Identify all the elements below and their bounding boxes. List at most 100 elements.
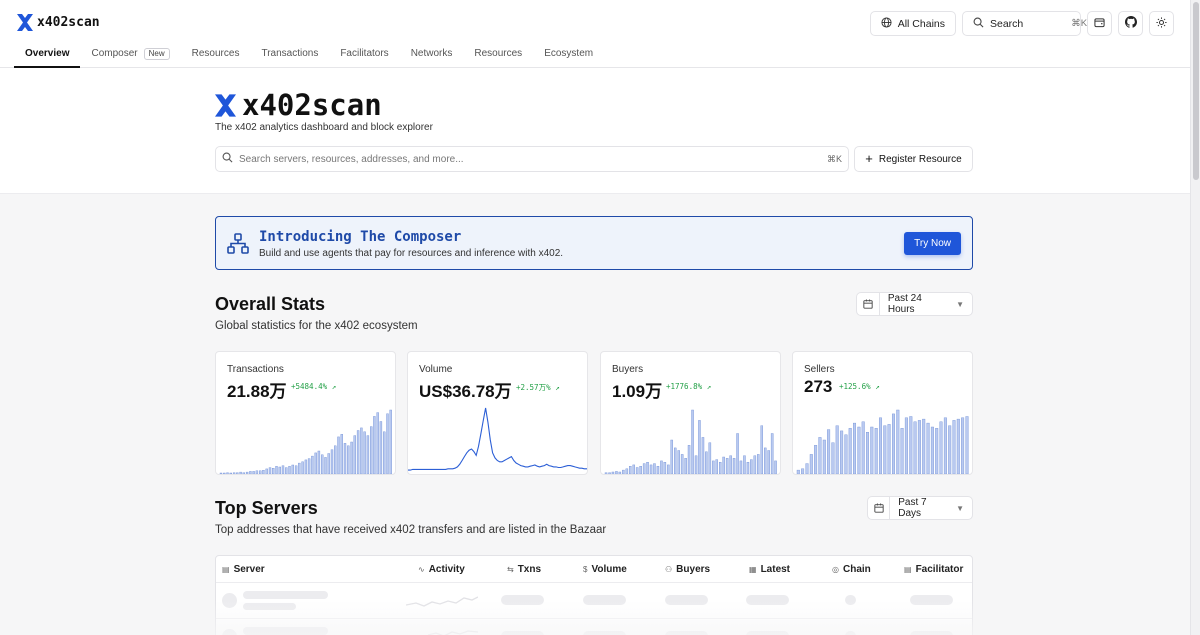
- tab-resources[interactable]: Resources: [181, 41, 251, 68]
- globe-icon: ◎: [832, 565, 839, 574]
- buyers-sparkline: [604, 409, 777, 474]
- stat-label: Volume: [419, 364, 453, 375]
- sparkline-bar: [350, 441, 353, 474]
- all-chains-button[interactable]: All Chains: [869, 11, 956, 36]
- sparkline-bar: [831, 442, 835, 474]
- sparkline-bar: [684, 458, 687, 474]
- tab-resources-2[interactable]: Resources: [463, 41, 533, 68]
- sparkline-bar: [687, 445, 691, 474]
- sparkline-bar: [320, 454, 324, 474]
- stat-delta: +125.6% ↗: [839, 382, 880, 391]
- column-header-server[interactable]: ▤ Server: [222, 564, 265, 575]
- sparkline-bar: [653, 463, 656, 474]
- scrollbar-thumb[interactable]: [1193, 2, 1199, 180]
- all-chains-label: All Chains: [897, 17, 945, 30]
- sparkline-bar: [324, 457, 327, 474]
- tab-overview[interactable]: Overview: [14, 41, 81, 68]
- sparkline-bar: [327, 453, 330, 474]
- sparkline-bar: [229, 472, 233, 474]
- theme-toggle-button[interactable]: [1149, 11, 1174, 36]
- sparkline-bar: [311, 455, 314, 474]
- sparkline-bar: [715, 459, 718, 474]
- column-label: Latest: [760, 564, 791, 575]
- sparkline-bar: [729, 455, 732, 474]
- global-search-button[interactable]: Search ⌘K: [962, 11, 1087, 36]
- sparkline-bar: [265, 468, 268, 474]
- hero-section: x402scan The x402 analytics dashboard an…: [0, 68, 1190, 194]
- page-scrollbar[interactable]: [1190, 0, 1200, 635]
- sparkline-bar: [874, 428, 878, 474]
- stat-label: Buyers: [612, 364, 644, 375]
- sparkline-bar: [743, 455, 746, 474]
- column-header-volume[interactable]: $ Volume: [583, 564, 627, 575]
- tab-ecosystem[interactable]: Ecosystem: [533, 41, 604, 68]
- column-label: Activity: [428, 564, 465, 575]
- column-label: Volume: [591, 564, 627, 575]
- column-header-latest[interactable]: ▦ Latest: [749, 564, 790, 575]
- sparkline-bar: [252, 471, 255, 474]
- try-now-button[interactable]: Try Now: [904, 232, 961, 255]
- tab-composer[interactable]: Composer New: [80, 41, 180, 68]
- sparkline-bar: [913, 421, 917, 474]
- register-resource-button[interactable]: + Register Resource: [854, 146, 973, 172]
- stat-card-transactions[interactable]: Transactions 21.88万 +5484.4% ↗: [215, 351, 396, 475]
- servers-range-dropdown[interactable]: Past 7 Days ▼: [867, 496, 973, 520]
- volume-sparkline: [408, 407, 587, 471]
- github-button[interactable]: [1118, 11, 1143, 36]
- sparkline-bar: [632, 464, 636, 474]
- sparkline-bar: [239, 471, 242, 474]
- top-navbar: x402scan All Chains Search ⌘K Overview C…: [0, 0, 1190, 68]
- stat-value: 273: [804, 377, 833, 396]
- column-header-buyers[interactable]: ⚇ Buyers: [665, 564, 710, 575]
- stat-card-buyers[interactable]: Buyers 1.09万 +1776.8% ↗: [600, 351, 781, 475]
- sparkline-bar: [360, 427, 363, 474]
- sellers-sparkline: [796, 409, 969, 474]
- column-header-activity[interactable]: ∿ Activity: [418, 564, 465, 575]
- banner-title: Introducing The Composer: [259, 229, 462, 245]
- search-icon: [222, 152, 233, 166]
- sparkline-bar: [386, 413, 389, 474]
- sparkline-bar: [340, 434, 344, 474]
- tab-transactions[interactable]: Transactions: [250, 41, 329, 68]
- calendar-icon: [857, 293, 880, 315]
- stat-card-volume[interactable]: Volume US$36.78万 +2.57万% ↗: [407, 351, 588, 475]
- server-icon: ▤: [904, 565, 912, 574]
- stat-delta-text: +5484.4%: [291, 382, 328, 391]
- overall-range-dropdown[interactable]: Past 24 Hours ▼: [856, 292, 973, 316]
- wallet-button[interactable]: [1087, 11, 1112, 36]
- sparkline-bar: [673, 447, 677, 474]
- sparkline-bar: [317, 450, 321, 474]
- sparkline-bar: [353, 435, 357, 474]
- sparkline-bar: [865, 432, 869, 474]
- sparkline-bar: [767, 450, 770, 474]
- column-header-facilitator[interactable]: ▤ Facilitator: [904, 564, 963, 575]
- sparkline-bar: [649, 464, 653, 474]
- sparkline-bar: [389, 409, 392, 474]
- sparkline-bar: [298, 462, 301, 474]
- tab-networks[interactable]: Networks: [400, 41, 464, 68]
- brand-home-link[interactable]: x402scan: [17, 14, 100, 31]
- sparkline-bar: [753, 455, 757, 474]
- trend-up-icon: ↗: [875, 382, 880, 391]
- sparkline-bar: [333, 445, 337, 474]
- tab-label: Composer: [91, 48, 138, 59]
- tab-facilitators[interactable]: Facilitators: [329, 41, 399, 68]
- stat-card-sellers[interactable]: Sellers 273 +125.6% ↗: [792, 351, 973, 475]
- sparkline-bar: [314, 452, 317, 474]
- column-header-txns[interactable]: ⇆ Txns: [507, 564, 541, 575]
- sparkline-bar: [736, 433, 739, 474]
- sparkline-bar: [291, 464, 295, 474]
- sparkline-bar: [904, 417, 908, 474]
- column-header-chain[interactable]: ◎ Chain: [832, 564, 871, 575]
- hero-search-input[interactable]: Search servers, resources, addresses, an…: [215, 146, 849, 172]
- stat-delta-text: +1776.8%: [666, 382, 703, 391]
- sparkline-bar: [891, 413, 895, 474]
- sparkline-bar: [642, 463, 646, 474]
- sparkline-bar: [844, 434, 848, 474]
- sparkline-bar: [608, 472, 611, 474]
- sparkline-bar: [796, 469, 800, 474]
- hero-search-shortcut: ⌘K: [826, 153, 842, 164]
- globe-icon: [881, 16, 892, 31]
- sparkline-bar: [382, 431, 386, 474]
- dollar-icon: $: [583, 565, 588, 574]
